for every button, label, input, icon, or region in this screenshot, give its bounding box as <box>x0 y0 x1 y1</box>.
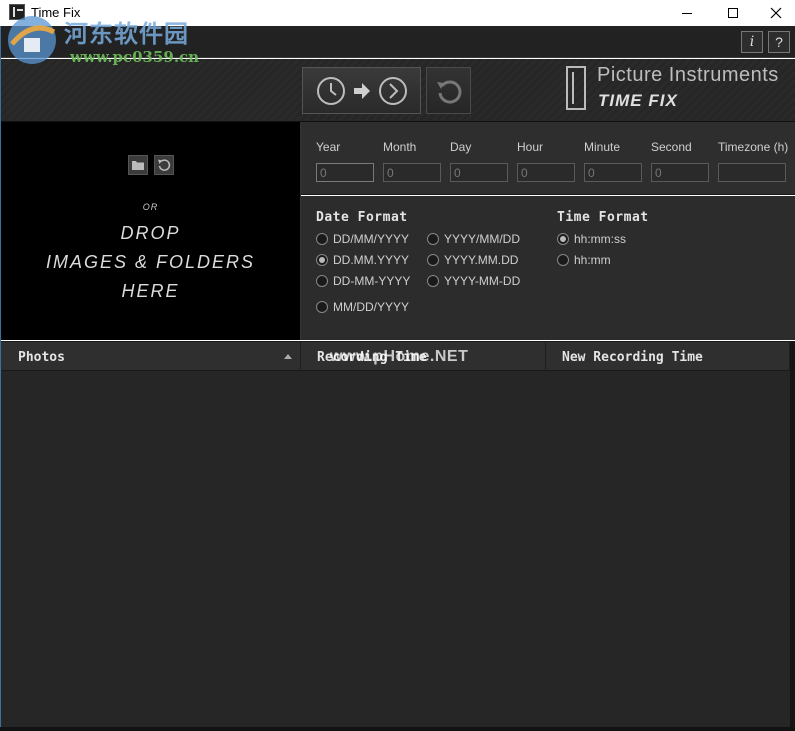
time-format-heading: Time Format <box>557 210 649 225</box>
top-bar: i ? <box>0 26 795 58</box>
year-label: Year <box>316 140 341 154</box>
scrollbar[interactable] <box>790 341 795 727</box>
window-title: Time Fix <box>31 5 81 20</box>
drop-or-label: OR <box>142 202 159 212</box>
second-field[interactable] <box>651 163 709 182</box>
timezone-field[interactable] <box>718 163 786 182</box>
year-field[interactable] <box>316 163 374 182</box>
radio-icon <box>557 254 569 266</box>
drop-text-line-2: IMAGES & FOLDERS <box>45 252 256 272</box>
time-format-option[interactable]: hh:mm:ss <box>557 232 626 246</box>
month-label: Month <box>383 140 417 154</box>
brand-company-name: Picture Instruments <box>597 64 779 86</box>
apply-time-fix-button[interactable] <box>302 67 421 114</box>
refresh-icon <box>158 159 171 171</box>
title-bar: Time Fix <box>0 0 795 26</box>
clear-list-button[interactable] <box>154 155 174 175</box>
date-format-option[interactable]: MM/DD/YYYY <box>316 300 409 314</box>
drop-text-line-3: HERE <box>121 281 180 301</box>
date-format-option[interactable]: YYYY-MM-DD <box>427 274 520 288</box>
window-left-edge <box>0 26 1 727</box>
photo-list[interactable] <box>0 371 795 727</box>
reset-button[interactable] <box>426 67 471 114</box>
brand-logo <box>566 66 586 110</box>
date-format-option[interactable]: YYYY.MM.DD <box>427 253 518 267</box>
column-header-recording-time[interactable]: Recording Time <box>301 342 546 372</box>
timezone-label: Timezone (h) <box>718 140 789 154</box>
radio-icon <box>427 233 439 245</box>
hour-label: Hour <box>517 140 544 154</box>
photo-table-header: Photos Recording Time New Recording Time <box>0 341 795 372</box>
hour-field[interactable] <box>517 163 575 182</box>
minimize-button[interactable] <box>664 0 710 26</box>
date-format-heading: Date Format <box>316 210 408 225</box>
column-header-photos[interactable]: Photos <box>0 342 301 372</box>
minute-field[interactable] <box>584 163 642 182</box>
time-offset-panel: Year Month Day Hour Minute Second Timezo… <box>301 122 795 195</box>
radio-icon <box>557 233 569 245</box>
app-icon <box>9 4 25 20</box>
sort-ascending-icon <box>284 354 292 359</box>
second-label: Second <box>651 140 692 154</box>
radio-icon <box>316 254 328 266</box>
radio-icon <box>316 233 328 245</box>
undo-icon <box>436 80 461 104</box>
date-format-option[interactable]: DD-MM-YYYY <box>316 274 410 288</box>
column-header-new-recording-time[interactable]: New Recording Time <box>546 342 790 372</box>
clock-icon <box>316 76 345 105</box>
time-format-option[interactable]: hh:mm <box>557 253 611 267</box>
close-icon <box>770 7 781 19</box>
radio-icon <box>316 301 328 313</box>
minimize-icon <box>682 12 692 14</box>
window-bottom-edge <box>0 727 795 731</box>
format-panel: Date Format Time Format DD/MM/YYYY YYYY/… <box>301 196 795 340</box>
day-label: Day <box>450 140 472 154</box>
clock-forward-icon <box>378 76 407 105</box>
radio-icon <box>427 275 439 287</box>
radio-icon <box>427 254 439 266</box>
info-button[interactable]: i <box>741 31 763 53</box>
maximize-button[interactable] <box>710 0 756 26</box>
date-format-option[interactable]: DD/MM/YYYY <box>316 232 409 246</box>
radio-icon <box>316 275 328 287</box>
minute-label: Minute <box>584 140 621 154</box>
drop-text-line-1: DROP <box>120 223 181 243</box>
month-field[interactable] <box>383 163 441 182</box>
open-folder-button[interactable] <box>128 155 148 175</box>
header: Picture Instruments TIME FIX <box>0 59 795 122</box>
help-button[interactable]: ? <box>768 31 790 53</box>
drop-zone[interactable]: OR DROP IMAGES & FOLDERS HERE <box>0 122 301 340</box>
date-format-option[interactable]: YYYY/MM/DD <box>427 232 520 246</box>
date-format-option[interactable]: DD.MM.YYYY <box>316 253 409 267</box>
brand-product-name: TIME FIX <box>598 91 678 110</box>
folder-icon <box>132 161 144 170</box>
maximize-icon <box>728 8 738 18</box>
day-field[interactable] <box>450 163 508 182</box>
close-button[interactable] <box>756 0 795 26</box>
arrow-right-icon <box>353 82 370 99</box>
